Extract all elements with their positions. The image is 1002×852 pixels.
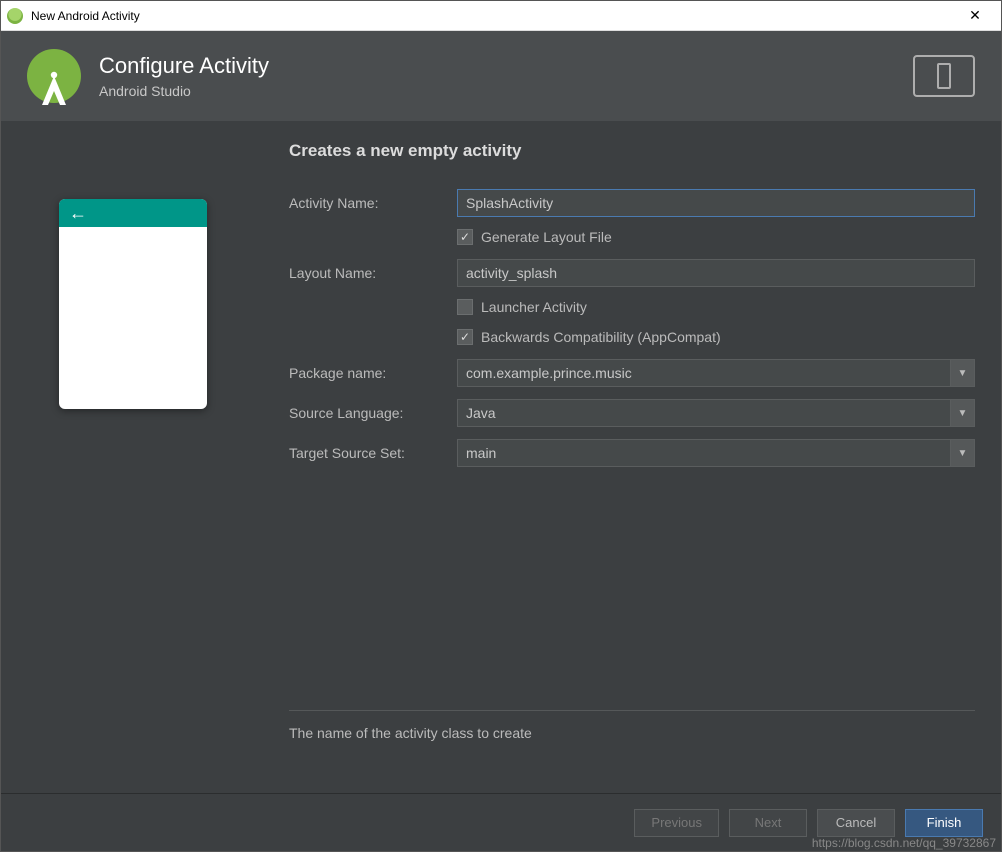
titlebar: New Android Activity ✕ bbox=[1, 1, 1001, 31]
package-name-label: Package name: bbox=[289, 365, 457, 381]
window-title: New Android Activity bbox=[31, 9, 955, 23]
chevron-down-icon: ▼ bbox=[950, 440, 974, 466]
device-icon bbox=[913, 55, 975, 97]
target-source-set-select[interactable]: main ▼ bbox=[457, 439, 975, 467]
generate-layout-checkbox[interactable]: ✓ bbox=[457, 229, 473, 245]
chevron-down-icon: ▼ bbox=[950, 400, 974, 426]
check-icon: ✓ bbox=[460, 330, 470, 344]
launcher-activity-checkbox[interactable] bbox=[457, 299, 473, 315]
previous-button[interactable]: Previous bbox=[634, 809, 719, 837]
android-studio-logo bbox=[27, 49, 81, 103]
source-language-label: Source Language: bbox=[289, 405, 457, 421]
source-language-value: Java bbox=[458, 405, 950, 421]
compass-icon bbox=[36, 71, 72, 107]
form-heading: Creates a new empty activity bbox=[289, 141, 975, 161]
next-button[interactable]: Next bbox=[729, 809, 807, 837]
cancel-button[interactable]: Cancel bbox=[817, 809, 895, 837]
target-source-set-label: Target Source Set: bbox=[289, 445, 457, 461]
wizard-header: Configure Activity Android Studio bbox=[1, 31, 1001, 121]
close-button[interactable]: ✕ bbox=[955, 2, 995, 30]
back-arrow-icon: ← bbox=[69, 203, 87, 224]
header-subtitle: Android Studio bbox=[99, 83, 895, 99]
activity-preview: ← bbox=[59, 199, 207, 409]
activity-name-input[interactable] bbox=[457, 189, 975, 217]
package-name-value: com.example.prince.music bbox=[458, 365, 950, 381]
preview-toolbar: ← bbox=[59, 199, 207, 227]
check-icon: ✓ bbox=[460, 230, 470, 244]
generate-layout-label: Generate Layout File bbox=[481, 229, 612, 245]
finish-button[interactable]: Finish bbox=[905, 809, 983, 837]
layout-name-label: Layout Name: bbox=[289, 265, 457, 281]
help-text: The name of the activity class to create bbox=[289, 725, 975, 741]
target-source-set-value: main bbox=[458, 445, 950, 461]
app-icon bbox=[7, 8, 23, 24]
backwards-compat-label: Backwards Compatibility (AppCompat) bbox=[481, 329, 721, 345]
package-name-select[interactable]: com.example.prince.music ▼ bbox=[457, 359, 975, 387]
backwards-compat-checkbox[interactable]: ✓ bbox=[457, 329, 473, 345]
button-bar: Previous Next Cancel Finish bbox=[1, 793, 1001, 851]
layout-name-input[interactable] bbox=[457, 259, 975, 287]
source-language-select[interactable]: Java ▼ bbox=[457, 399, 975, 427]
separator bbox=[289, 710, 975, 711]
chevron-down-icon: ▼ bbox=[950, 360, 974, 386]
activity-name-label: Activity Name: bbox=[289, 195, 457, 211]
launcher-activity-label: Launcher Activity bbox=[481, 299, 587, 315]
header-title: Configure Activity bbox=[99, 53, 895, 79]
